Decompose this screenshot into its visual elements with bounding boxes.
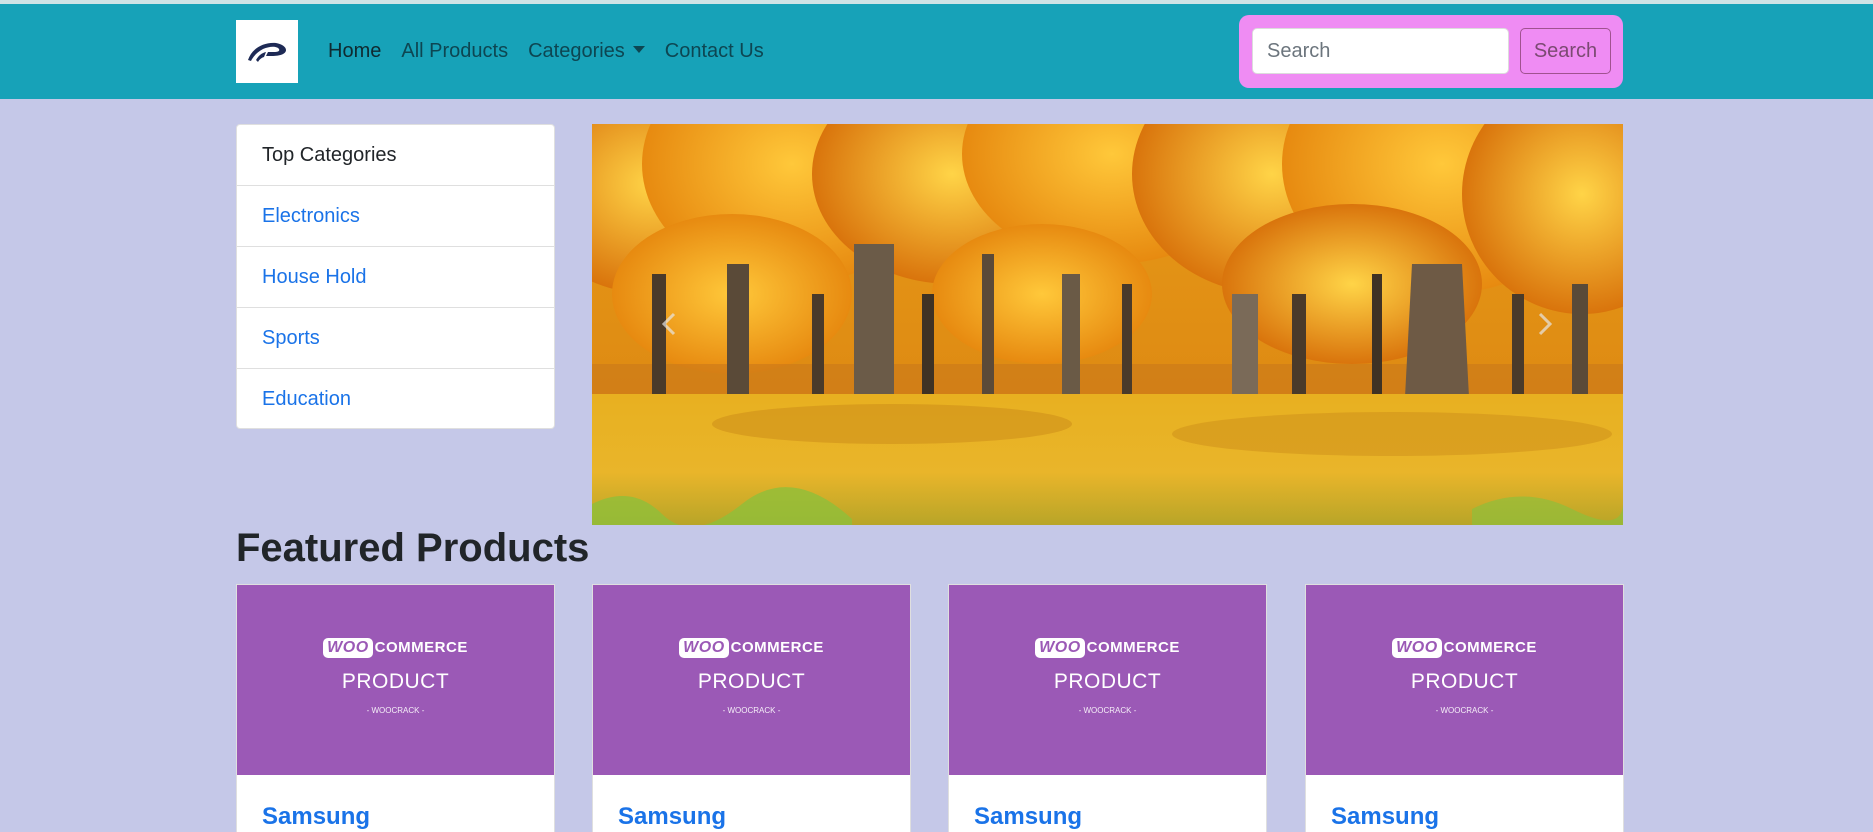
- woocommerce-logo: WOO COMMERCE: [323, 637, 468, 658]
- search-input[interactable]: [1252, 28, 1509, 74]
- sidebar-item-sports[interactable]: Sports: [237, 308, 554, 369]
- nav-link-home[interactable]: Home: [328, 40, 381, 63]
- product-card[interactable]: WOO COMMERCE PRODUCT - WOOCRACK - Samsung: [592, 584, 911, 832]
- top-categories-list: Top Categories Electronics House Hold Sp…: [236, 124, 555, 429]
- navbar: Home All Products Categories Contact Us …: [0, 4, 1873, 99]
- featured-products-heading: Featured Products: [236, 526, 590, 570]
- product-name[interactable]: Samsung: [593, 775, 910, 831]
- woocommerce-logo: WOO COMMERCE: [1035, 637, 1180, 658]
- product-name[interactable]: Samsung: [1306, 775, 1623, 831]
- brand-logo[interactable]: [236, 20, 298, 83]
- product-image: WOO COMMERCE PRODUCT - WOOCRACK -: [949, 585, 1266, 775]
- nav-link-categories[interactable]: Categories: [528, 40, 645, 63]
- sidebar-item-house-hold[interactable]: House Hold: [237, 247, 554, 308]
- product-image: WOO COMMERCE PRODUCT - WOOCRACK -: [1306, 585, 1623, 775]
- nav-link-contact-us[interactable]: Contact Us: [665, 40, 764, 63]
- woocommerce-logo: WOO COMMERCE: [679, 637, 824, 658]
- woocommerce-logo: WOO COMMERCE: [1392, 637, 1537, 658]
- caret-down-icon: [632, 46, 645, 53]
- chevron-left-icon: [661, 312, 676, 336]
- sidebar-header: Top Categories: [237, 125, 554, 186]
- product-image: WOO COMMERCE PRODUCT - WOOCRACK -: [593, 585, 910, 775]
- product-card[interactable]: WOO COMMERCE PRODUCT - WOOCRACK - Samsung: [948, 584, 1267, 832]
- brand-logo-icon: [248, 42, 286, 62]
- search-form: Search: [1239, 15, 1623, 88]
- sidebar-item-education[interactable]: Education: [237, 369, 554, 428]
- search-button[interactable]: Search: [1520, 28, 1611, 74]
- product-name[interactable]: Samsung: [237, 775, 554, 831]
- carousel-image: [592, 124, 1623, 525]
- chevron-right-icon: [1538, 312, 1553, 336]
- carousel-next-control[interactable]: [1530, 309, 1560, 339]
- nav-link-all-products[interactable]: All Products: [401, 40, 508, 63]
- nav-links: Home All Products Categories Contact Us: [328, 4, 784, 99]
- sidebar-item-electronics[interactable]: Electronics: [237, 186, 554, 247]
- product-name[interactable]: Samsung: [949, 775, 1266, 831]
- carousel-prev-control[interactable]: [654, 309, 684, 339]
- product-card[interactable]: WOO COMMERCE PRODUCT - WOOCRACK - Samsung: [236, 584, 555, 832]
- product-image: WOO COMMERCE PRODUCT - WOOCRACK -: [237, 585, 554, 775]
- product-card[interactable]: WOO COMMERCE PRODUCT - WOOCRACK - Samsung: [1305, 584, 1624, 832]
- hero-carousel: [592, 124, 1623, 525]
